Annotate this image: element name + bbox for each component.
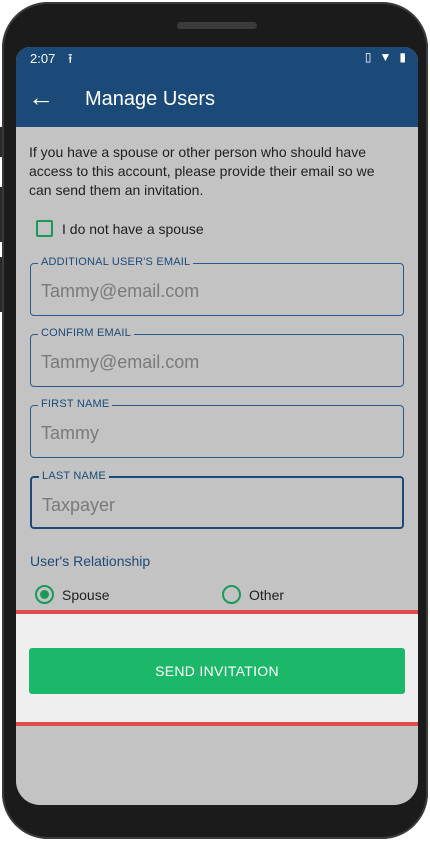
phone-side-button	[0, 127, 2, 157]
status-time: 2:07	[30, 51, 56, 66]
status-bar: 2:07 ⭱ ▯ ▼ ▮	[16, 47, 418, 71]
radio-other-button[interactable]	[222, 585, 241, 604]
status-icons: ▯ ▼ ▮	[365, 50, 406, 64]
first-name-field[interactable]: FIRST NAME Tammy	[30, 398, 404, 458]
field-label: ADDITIONAL USER'S EMAIL	[38, 256, 194, 268]
field-value: Taxpayer	[42, 495, 116, 515]
confirm-email-field[interactable]: CONFIRM EMAIL Tammy@email.com	[30, 327, 404, 387]
radio-other-label: Other	[249, 586, 285, 603]
page-title: Manage Users	[85, 88, 216, 110]
battery-icon: ▮	[399, 50, 406, 64]
upload-icon: ⭱	[68, 51, 73, 66]
wifi-icon: ▼	[379, 50, 392, 64]
no-spouse-label: I do not have a spouse	[62, 220, 204, 237]
intro-text: If you have a spouse or other person who…	[29, 144, 375, 198]
no-spouse-checkbox[interactable]	[36, 220, 53, 237]
app-bar: ← Manage Users	[16, 71, 418, 127]
field-label: CONFIRM EMAIL	[38, 327, 134, 339]
field-label: LAST NAME	[39, 470, 109, 482]
radio-spouse-label: Spouse	[62, 586, 110, 603]
phone-speaker	[177, 22, 257, 29]
field-value: Tammy	[41, 423, 99, 443]
radio-spouse[interactable]: Spouse	[35, 585, 109, 604]
radio-spouse-button[interactable]	[35, 585, 54, 604]
send-invitation-button[interactable]: SEND INVITATION	[29, 648, 405, 694]
action-area: SEND INVITATION	[16, 614, 418, 722]
phone-volume-up-button	[0, 187, 2, 242]
no-spouse-checkbox-row[interactable]: I do not have a spouse	[36, 220, 204, 237]
phone-frame: 2:07 ⭱ ▯ ▼ ▮ ← Manage Users If you have …	[0, 2, 428, 839]
field-label: FIRST NAME	[38, 398, 113, 410]
field-value: Tammy@email.com	[41, 281, 200, 301]
arrow-left-icon[interactable]: ←	[28, 83, 54, 111]
relationship-title: User's Relationship	[30, 553, 151, 569]
vibrate-icon: ▯	[364, 50, 372, 64]
additional-user-email-field[interactable]: ADDITIONAL USER'S EMAIL Tammy@email.com	[30, 256, 404, 316]
radio-other[interactable]: Other	[222, 585, 284, 604]
phone-volume-down-button	[0, 257, 2, 312]
highlight-bottom-line	[16, 722, 418, 726]
field-value: Tammy@email.com	[41, 352, 200, 372]
last-name-field[interactable]: LAST NAME Taxpayer	[30, 470, 404, 529]
screen: 2:07 ⭱ ▯ ▼ ▮ ← Manage Users If you have …	[16, 47, 418, 805]
